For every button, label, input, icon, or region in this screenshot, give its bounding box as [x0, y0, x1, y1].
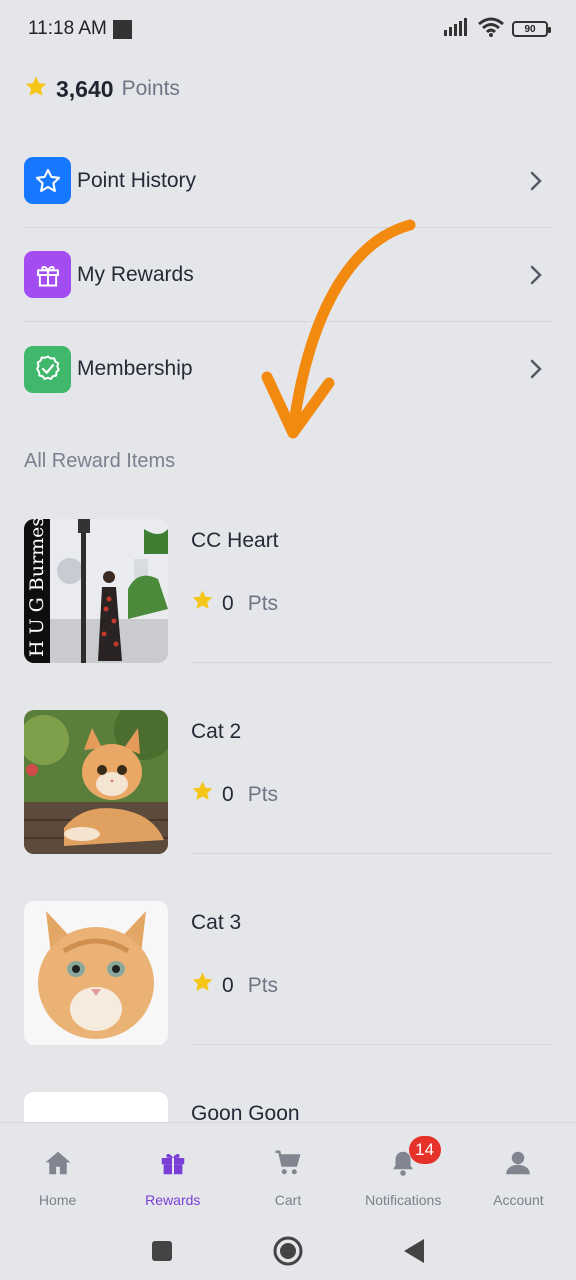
- recent-apps-button[interactable]: [99, 1239, 225, 1263]
- menu-item-point-history[interactable]: Point History: [24, 134, 552, 228]
- star-icon: [191, 971, 214, 1000]
- reward-item[interactable]: Cat 2 0 Pts: [24, 710, 552, 901]
- circle-icon: [273, 1236, 303, 1266]
- nav-cart[interactable]: Cart: [230, 1123, 345, 1222]
- notification-square-icon: [112, 19, 132, 39]
- battery-icon: 90: [512, 21, 551, 37]
- nav-rewards[interactable]: Rewards: [115, 1123, 230, 1222]
- back-button[interactable]: [351, 1238, 477, 1264]
- chevron-right-icon: [524, 263, 548, 287]
- menu-item-my-rewards[interactable]: My Rewards: [24, 228, 552, 322]
- gift-icon: [24, 251, 71, 298]
- cart-icon: [272, 1147, 304, 1179]
- nav-account[interactable]: Account: [461, 1123, 576, 1222]
- rewards-menu: Point History My Rewards Membership: [24, 134, 552, 416]
- wifi-icon: [478, 17, 504, 42]
- chevron-right-icon: [524, 169, 548, 193]
- reward-points-value: 0: [222, 973, 234, 997]
- reward-name: Cat 3: [191, 911, 242, 934]
- nav-label: Rewards: [145, 1192, 201, 1208]
- nav-label: Notifications: [365, 1192, 442, 1208]
- system-nav-bar: [0, 1222, 576, 1280]
- badge-check-icon: [24, 345, 71, 393]
- nav-home[interactable]: Home: [0, 1123, 115, 1222]
- section-title: All Reward Items: [24, 450, 176, 472]
- reward-item[interactable]: Cat 3 0 Pts: [24, 901, 552, 1092]
- home-button[interactable]: [225, 1235, 351, 1267]
- menu-label: My Rewards: [77, 262, 194, 286]
- bottom-nav: Home Rewards Cart 14 Notifications Accou…: [0, 1122, 576, 1222]
- reward-points-unit: Pts: [247, 973, 279, 997]
- back-triangle-icon: [404, 1239, 424, 1263]
- home-icon: [42, 1147, 74, 1179]
- status-time: 11:18 AM: [28, 18, 107, 39]
- nav-notifications[interactable]: 14 Notifications: [346, 1123, 461, 1222]
- reward-image-kitten-portrait: [24, 901, 168, 1045]
- nav-label: Cart: [274, 1192, 302, 1208]
- reward-item[interactable]: H U G Burmes CC Heart 0 Pts: [24, 519, 552, 710]
- image-watermark-text: H U G Burmes: [26, 519, 48, 657]
- points-value: 3,640: [56, 75, 114, 102]
- menu-label: Point History: [77, 168, 197, 192]
- reward-points: 0 Pts: [191, 780, 278, 809]
- reward-points-value: 0: [222, 782, 234, 806]
- reward-points-unit: Pts: [247, 591, 279, 615]
- points-summary: 3,640 Points: [24, 72, 180, 106]
- menu-label: Membership: [77, 357, 193, 380]
- star-icon: [191, 780, 214, 809]
- star-icon: [24, 75, 48, 104]
- square-icon: [152, 1241, 172, 1261]
- user-icon: [502, 1147, 534, 1179]
- star-outline-icon: [24, 157, 71, 204]
- reward-points-unit: Pts: [247, 782, 279, 806]
- points-label: Points: [121, 77, 180, 100]
- reward-points: 0 Pts: [191, 589, 278, 618]
- menu-item-membership[interactable]: Membership: [24, 322, 552, 416]
- reward-points: 0 Pts: [191, 971, 278, 1000]
- reward-points-value: 0: [222, 591, 234, 615]
- gift-icon: [157, 1147, 189, 1179]
- chevron-right-icon: [524, 357, 548, 381]
- status-bar: 11:18 AM 90: [0, 0, 576, 58]
- reward-name: Cat 2: [191, 720, 242, 743]
- reward-image-fashion: H U G Burmes: [24, 519, 168, 663]
- nav-label: Home: [38, 1192, 77, 1208]
- signal-icon: [444, 17, 470, 41]
- nav-label: Account: [493, 1192, 544, 1208]
- star-icon: [191, 589, 214, 618]
- reward-image-kitten: [24, 710, 168, 854]
- reward-name: CC Heart: [191, 529, 279, 552]
- notification-badge: 14: [408, 1136, 441, 1164]
